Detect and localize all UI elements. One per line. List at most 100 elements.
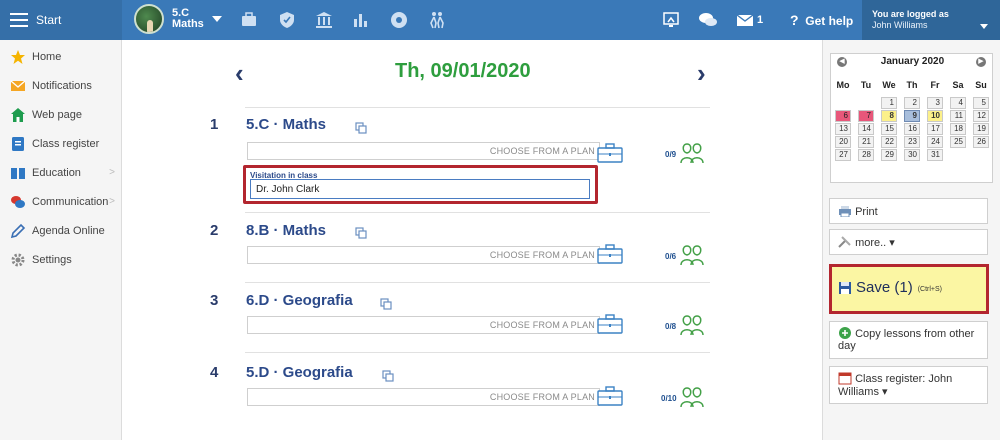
chevron-right-icon: > (109, 196, 115, 207)
lesson-title[interactable]: 5.C · Maths (246, 116, 326, 133)
plan-field[interactable]: CHOOSE FROM A PLAN (247, 388, 600, 406)
calendar-day[interactable]: 30 (904, 149, 920, 161)
sidebar-item-class-register[interactable]: Class register (0, 129, 121, 158)
attendance-count: 0/6 (665, 252, 677, 261)
calendar-day[interactable]: 13 (835, 123, 851, 135)
calendar-day[interactable]: 28 (858, 149, 874, 161)
calendar-day[interactable]: 25 (950, 136, 966, 148)
lesson-row: 2 8.B · Maths CHOOSE FROM A PLAN 0/6 (210, 222, 710, 282)
calendar-day[interactable]: 26 (973, 136, 989, 148)
chevron-down-icon (980, 24, 988, 29)
class-register-button[interactable]: Class register: John Williams ▾ (829, 366, 988, 404)
students-icon[interactable] (679, 314, 709, 336)
sidebar-item-home[interactable]: Home (0, 42, 121, 71)
calendar-day[interactable]: 4 (950, 97, 966, 109)
next-day-button[interactable]: › (697, 58, 706, 89)
class-selector[interactable]: 5.C Maths (134, 4, 222, 34)
calendar-day[interactable]: 27 (835, 149, 851, 161)
lesson-number: 3 (210, 292, 219, 309)
calendar-day[interactable]: 9 (904, 110, 920, 122)
copy-icon[interactable] (380, 298, 392, 310)
plan-field[interactable]: CHOOSE FROM A PLAN (247, 142, 600, 160)
calendar-day[interactable]: 2 (904, 97, 920, 109)
calendar-day[interactable]: 7 (858, 110, 874, 122)
copy-icon[interactable] (355, 122, 367, 134)
lesson-number: 2 (210, 222, 219, 239)
hamburger-icon (10, 13, 28, 27)
book-icon (11, 167, 25, 179)
calendar-weekday-label: Tu (860, 80, 872, 90)
notebook-icon (12, 136, 24, 151)
user-menu[interactable]: You are logged as John Williams (862, 0, 1000, 40)
calendar-day[interactable]: 1 (881, 97, 897, 109)
briefcase-icon[interactable] (597, 386, 623, 406)
screen-share-icon[interactable] (662, 11, 680, 29)
calendar-day[interactable]: 8 (881, 110, 897, 122)
lesson-title[interactable]: 6.D · Geografia (246, 292, 353, 309)
calendar-day[interactable]: 18 (950, 123, 966, 135)
calendar-day[interactable]: 3 (927, 97, 943, 109)
calendar-day[interactable]: 14 (858, 123, 874, 135)
palette-icon[interactable] (390, 11, 408, 29)
start-label: Start (36, 13, 62, 27)
sidebar-item-web-page[interactable]: Web page (0, 100, 121, 129)
students-icon[interactable] (679, 244, 709, 266)
envelope-icon (10, 80, 26, 91)
calendar-day[interactable]: 22 (881, 136, 897, 148)
calendar-day[interactable]: 5 (973, 97, 989, 109)
calendar-day[interactable]: 10 (927, 110, 943, 122)
calendar-day[interactable]: 6 (835, 110, 851, 122)
calendar-day[interactable]: 24 (927, 136, 943, 148)
help-link[interactable]: ? Get help (790, 12, 853, 28)
briefcase-icon[interactable] (597, 314, 623, 334)
sidebar-item-agenda-online[interactable]: Agenda Online (0, 216, 121, 245)
attendance-count: 0/9 (665, 150, 677, 159)
lesson-title[interactable]: 5.D · Geografia (246, 364, 353, 381)
calendar-day[interactable]: 11 (950, 110, 966, 122)
calendar-day[interactable]: 16 (904, 123, 920, 135)
sidebar-item-settings[interactable]: Settings (0, 245, 121, 274)
briefcase-icon[interactable] (597, 143, 623, 163)
students-icon[interactable] (679, 386, 709, 408)
message-count-badge: 1 (757, 14, 764, 26)
calendar-day[interactable]: 20 (835, 136, 851, 148)
more-button[interactable]: more.. ▾ (829, 229, 988, 255)
calendar-day[interactable]: 31 (927, 149, 943, 161)
calendar: ◀ January 2020 ▶ Mo Tu We Th Fr Sa Su 1 2 3 4 5 6 7 8 9… (830, 53, 993, 183)
calendar-day[interactable]: 23 (904, 136, 920, 148)
print-button[interactable]: Print (829, 198, 988, 224)
sidebar-item-education[interactable]: Education > (0, 158, 121, 187)
copy-lessons-button[interactable]: Copy lessons from other day (829, 321, 988, 359)
plan-field[interactable]: CHOOSE FROM A PLAN (247, 246, 600, 264)
calendar-day[interactable]: 19 (973, 123, 989, 135)
calendar-day[interactable]: 21 (858, 136, 874, 148)
calendar-day[interactable]: 12 (973, 110, 989, 122)
sidebar-item-notifications[interactable]: Notifications (0, 71, 121, 100)
sidebar-item-communication[interactable]: Communication > (0, 187, 121, 216)
lesson-title[interactable]: 8.B · Maths (246, 222, 326, 239)
sidebar-item-label: Web page (32, 108, 82, 121)
pencil-icon (10, 223, 26, 238)
copy-icon[interactable] (382, 370, 394, 382)
start-menu-button[interactable]: Start (0, 0, 122, 40)
briefcase-icon[interactable] (597, 244, 623, 264)
people-icon[interactable] (428, 11, 446, 29)
students-icon[interactable] (679, 142, 709, 164)
shield-icon[interactable] (278, 11, 296, 29)
briefcase-icon[interactable] (240, 11, 258, 29)
visitation-input[interactable] (250, 179, 590, 199)
bar-chart-icon[interactable] (352, 11, 370, 29)
plan-field[interactable]: CHOOSE FROM A PLAN (247, 316, 600, 334)
calendar-day[interactable]: 29 (881, 149, 897, 161)
sidebar-item-label: Settings (32, 253, 72, 266)
institution-icon[interactable] (315, 11, 333, 29)
save-button[interactable]: Save (1) (Ctrl+S) (829, 264, 989, 314)
calendar-day[interactable]: 15 (881, 123, 897, 135)
envelope-icon[interactable] (736, 11, 754, 29)
chat-icon[interactable] (698, 11, 718, 29)
lesson-row: 4 5.D · Geografia CHOOSE FROM A PLAN 0/1… (210, 364, 710, 424)
copy-icon[interactable] (355, 227, 367, 239)
calendar-next-month-button[interactable]: ▶ (976, 57, 986, 67)
calendar-day[interactable]: 17 (927, 123, 943, 135)
previous-day-button[interactable]: ‹ (235, 58, 244, 89)
